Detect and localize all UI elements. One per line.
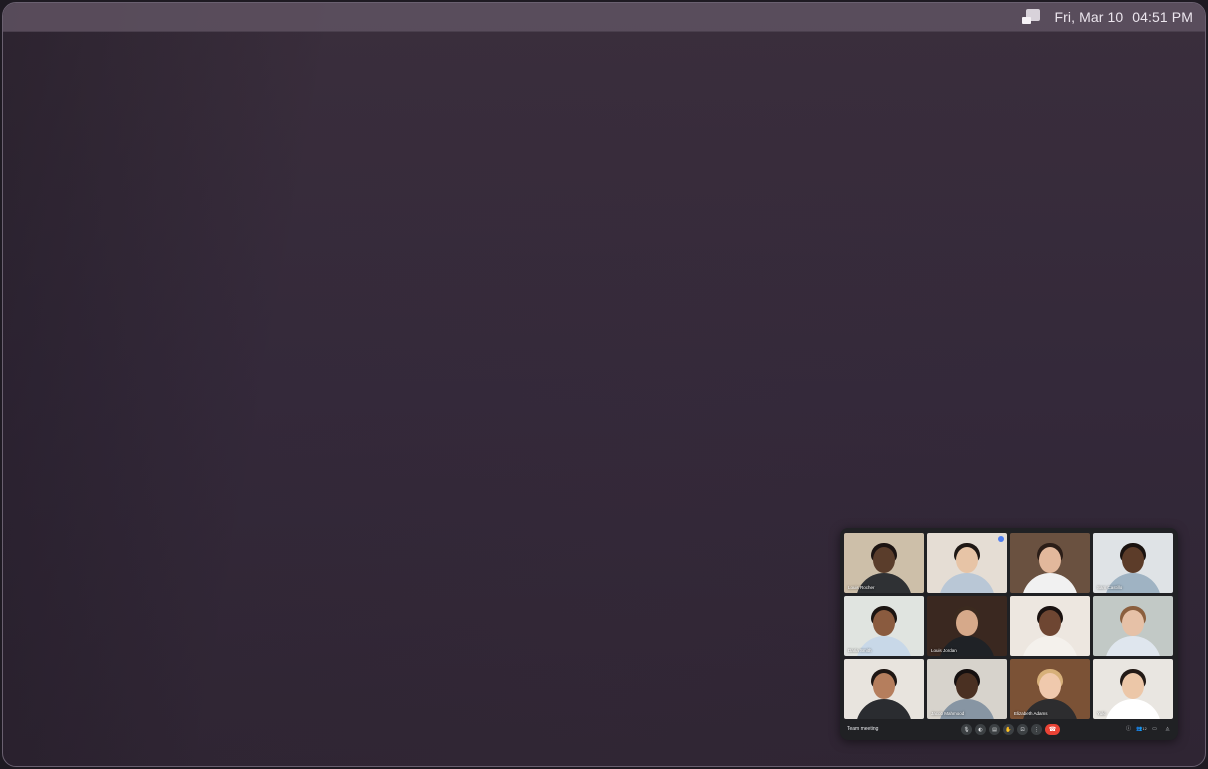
info-icon-glyph: ⓘ [1125, 726, 1131, 732]
participant-tile[interactable] [844, 659, 924, 719]
participant-video [1039, 610, 1061, 636]
microphone-icon[interactable]: 🎙 [961, 724, 972, 735]
participant-tile[interactable]: Sam Castillo [1093, 533, 1173, 593]
participant-video [873, 610, 895, 636]
end-call-icon[interactable]: ☎ [1045, 724, 1060, 735]
participant-tile[interactable] [1010, 596, 1090, 656]
call-side-controls: ⓘ 👥 12 ▭ ◬ [1124, 724, 1172, 733]
participant-video [1122, 610, 1144, 636]
participant-video [956, 610, 978, 636]
speaking-indicator-icon [998, 536, 1004, 542]
window-switch-icon[interactable] [1022, 9, 1041, 25]
participant-grid: Louis Rocher Sam Castillo Daria Smith Louis… [844, 533, 1173, 719]
participant-tile[interactable]: Louis Rocher [844, 533, 924, 593]
participant-name: Louis Rocher [848, 585, 875, 590]
participant-video [1122, 547, 1144, 573]
participant-tile[interactable] [1093, 596, 1173, 656]
more-options-icon[interactable]: ⋮ [1031, 724, 1042, 735]
participant-tile[interactable] [1010, 533, 1090, 593]
participant-video [939, 636, 995, 656]
participant-tile[interactable]: Jacob Mahmood [927, 659, 1007, 719]
participant-tile[interactable]: Louis Jordan [927, 596, 1007, 656]
meeting-name: Team meeting [847, 726, 879, 732]
captions-icon[interactable]: ▤ [989, 724, 1000, 735]
participant-name: Louis Jordan [931, 648, 957, 653]
participant-video [856, 573, 912, 593]
status-bar: Fri, Mar 10 04:51 PM [3, 3, 1205, 32]
info-icon[interactable]: ⓘ [1124, 724, 1133, 733]
present-screen-icon[interactable]: ⊡ [1017, 724, 1028, 735]
call-control-bar: Team meeting 🎙 ◐ ▤ ✋ ⊡ ⋮ ☎ ⓘ 👥 12 ▭ ◬ [840, 720, 1178, 740]
participant-video [1022, 636, 1078, 656]
participant-video [873, 547, 895, 573]
chat-icon-glyph: ▭ [1152, 725, 1157, 732]
meet-pip-window[interactable]: Louis Rocher Sam Castillo Daria Smith Louis… [840, 528, 1178, 740]
participant-tile[interactable]: Elizabeth Adams [1010, 659, 1090, 719]
participant-name: Jacob Mahmood [931, 711, 965, 716]
participant-name: Elizabeth Adams [1014, 711, 1048, 716]
people-icon[interactable]: 👥 12 [1136, 724, 1147, 733]
participant-video [1122, 673, 1144, 699]
participant-video [1105, 573, 1161, 593]
chat-icon[interactable]: ▭ [1150, 724, 1159, 733]
participant-video [1105, 636, 1161, 656]
raise-hand-icon[interactable]: ✋ [1003, 724, 1014, 735]
date-time[interactable]: Fri, Mar 10 04:51 PM [1054, 9, 1193, 25]
participant-video [956, 673, 978, 699]
participant-video [1022, 573, 1078, 593]
participant-tile[interactable] [927, 533, 1007, 593]
participant-tile[interactable]: Daria Smith [844, 596, 924, 656]
activities-icon[interactable]: ◬ [1163, 724, 1172, 733]
participant-video [856, 636, 912, 656]
system-tray: Fri, Mar 10 04:51 PM [1022, 3, 1193, 31]
camera-icon[interactable]: ◐ [975, 724, 986, 735]
participant-video [939, 699, 995, 719]
participant-video [1039, 673, 1061, 699]
call-controls: 🎙 ◐ ▤ ✋ ⊡ ⋮ ☎ [961, 724, 1060, 735]
participant-video [1105, 699, 1161, 719]
status-time: 04:51 PM [1132, 9, 1193, 25]
participant-video [856, 699, 912, 719]
participant-video [1022, 699, 1078, 719]
participant-video [956, 547, 978, 573]
participant-tile[interactable]: Yuki [1093, 659, 1173, 719]
activities-icon-glyph: ◬ [1165, 725, 1170, 732]
participant-video [939, 573, 995, 593]
status-date: Fri, Mar 10 [1054, 9, 1124, 25]
participant-name: Daria Smith [848, 648, 872, 653]
participant-name: Sam Castillo [1097, 585, 1123, 590]
participant-video [873, 673, 895, 699]
participant-count: 12 [1142, 726, 1147, 731]
participant-name: Yuki [1097, 711, 1106, 716]
participant-video [1039, 547, 1061, 573]
